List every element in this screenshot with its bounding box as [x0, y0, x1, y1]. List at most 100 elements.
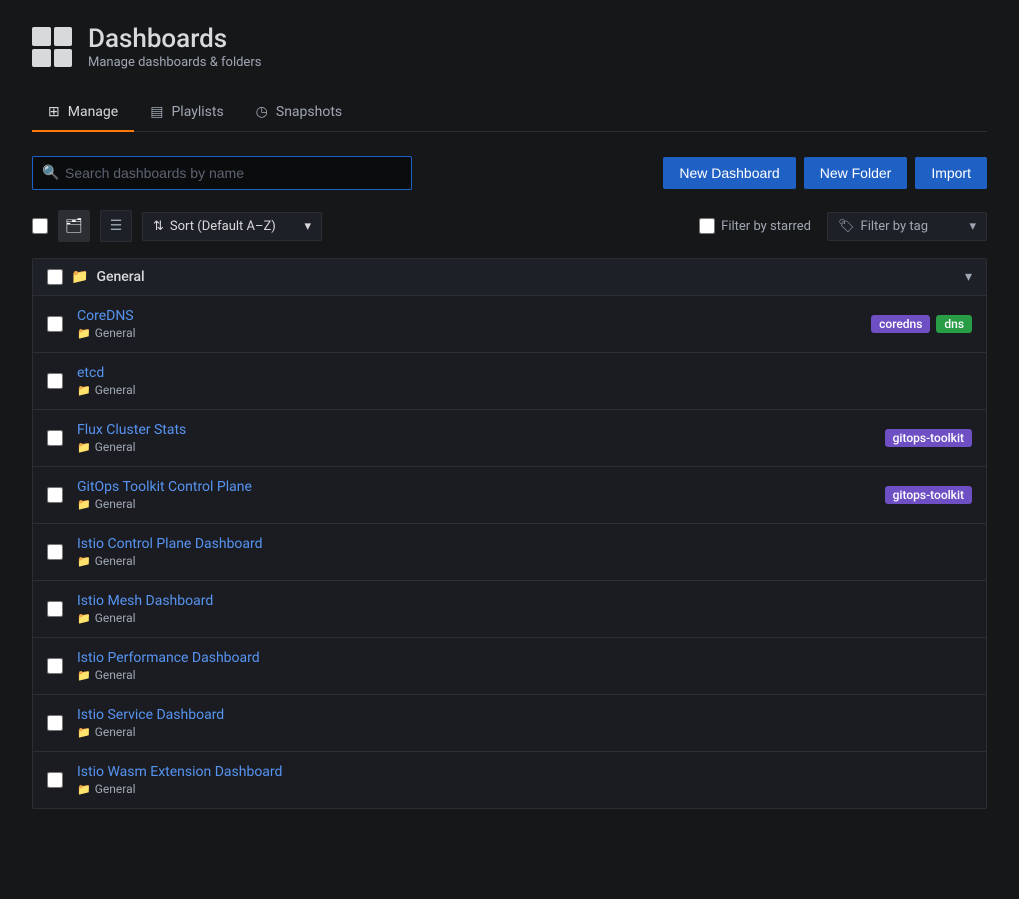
folder-icon: 📁 — [77, 498, 91, 511]
folder-icon: 📁 — [77, 726, 91, 739]
section-title: General — [96, 269, 144, 285]
tab-snapshots-label: Snapshots — [276, 104, 342, 120]
dashboard-folder: 📁 General — [77, 725, 972, 739]
new-dashboard-button[interactable]: New Dashboard — [663, 157, 795, 189]
row-checkbox[interactable] — [47, 715, 63, 731]
section-folder-icon: 📁 — [71, 269, 88, 285]
dashboard-name[interactable]: Istio Performance Dashboard — [77, 650, 972, 666]
dashboard-info: Istio Control Plane Dashboard 📁 General — [77, 536, 972, 568]
row-checkbox[interactable] — [47, 772, 63, 788]
folder-view-button[interactable]: 🗂 — [58, 210, 90, 242]
playlists-icon: ▤ — [150, 104, 163, 120]
folder-icon: 📁 — [77, 783, 91, 796]
new-folder-button[interactable]: New Folder — [804, 157, 908, 189]
dashboard-folder: 📁 General — [77, 611, 972, 625]
sort-chevron-icon: ▾ — [304, 219, 311, 234]
dashboard-folder: 📁 General — [77, 326, 871, 340]
folder-name: General — [95, 440, 136, 454]
filter-tag-chevron-icon: ▾ — [969, 219, 976, 234]
tab-playlists-label: Playlists — [171, 104, 223, 120]
table-row: Istio Mesh Dashboard 📁 General — [33, 581, 986, 638]
row-checkbox[interactable] — [47, 430, 63, 446]
folder-name: General — [95, 383, 136, 397]
row-checkbox[interactable] — [47, 373, 63, 389]
section-collapse-icon[interactable]: ▾ — [965, 269, 972, 285]
sort-icon: ⇅ — [153, 219, 164, 234]
list-view-icon: ☰ — [110, 218, 123, 234]
search-icon: 🔍 — [42, 165, 59, 181]
page-header: Dashboards Manage dashboards & folders — [32, 24, 987, 70]
filter-right: Filter by starred 🏷 Filter by tag ▾ — [699, 212, 987, 241]
folder-name: General — [95, 611, 136, 625]
dashboard-name[interactable]: Istio Control Plane Dashboard — [77, 536, 972, 552]
tab-manage[interactable]: ⊞ Manage — [32, 94, 134, 132]
folder-name: General — [95, 725, 136, 739]
dashboard-info: GitOps Toolkit Control Plane 📁 General — [77, 479, 885, 511]
dashboard-folder: 📁 General — [77, 440, 885, 454]
import-button[interactable]: Import — [915, 157, 987, 189]
tab-playlists[interactable]: ▤ Playlists — [134, 94, 239, 132]
filter-tag-dropdown[interactable]: 🏷 Filter by tag ▾ — [827, 212, 987, 241]
filter-starred-label[interactable]: Filter by starred — [699, 218, 811, 234]
row-checkbox[interactable] — [47, 601, 63, 617]
dashboard-info: CoreDNS 📁 General — [77, 308, 871, 340]
section-header: 📁 General ▾ — [33, 259, 986, 296]
dashboard-name[interactable]: Flux Cluster Stats — [77, 422, 885, 438]
filter-starred-text: Filter by starred — [721, 219, 811, 234]
tag-list: gitops-toolkit — [885, 429, 972, 447]
row-checkbox[interactable] — [47, 658, 63, 674]
row-checkbox[interactable] — [47, 316, 63, 332]
table-row: Istio Control Plane Dashboard 📁 General — [33, 524, 986, 581]
search-wrapper: 🔍 — [32, 156, 412, 190]
table-row: Istio Performance Dashboard 📁 General — [33, 638, 986, 695]
dashboard-info: etcd 📁 General — [77, 365, 972, 397]
folder-name: General — [95, 668, 136, 682]
folder-name: General — [95, 554, 136, 568]
section-checkbox[interactable] — [47, 269, 63, 285]
section-header-left: 📁 General — [47, 269, 957, 285]
snapshots-icon: ◷ — [256, 104, 268, 120]
page-subtitle: Manage dashboards & folders — [88, 55, 261, 70]
dashboard-folder: 📁 General — [77, 554, 972, 568]
dashboard-name[interactable]: Istio Mesh Dashboard — [77, 593, 972, 609]
table-row: CoreDNS 📁 General corednsdns — [33, 296, 986, 353]
tag-badge: gitops-toolkit — [885, 486, 972, 504]
toolbar-right: New Dashboard New Folder Import — [663, 157, 987, 189]
dashboard-name[interactable]: GitOps Toolkit Control Plane — [77, 479, 885, 495]
folder-name: General — [95, 497, 136, 511]
tag-list: corednsdns — [871, 315, 972, 333]
dashboard-name[interactable]: Istio Service Dashboard — [77, 707, 972, 723]
tag-badge: gitops-toolkit — [885, 429, 972, 447]
list-view-button[interactable]: ☰ — [100, 210, 132, 242]
search-input[interactable] — [32, 156, 412, 190]
tab-snapshots[interactable]: ◷ Snapshots — [240, 94, 358, 132]
dashboard-section: 📁 General ▾ CoreDNS 📁 General corednsdns… — [32, 258, 987, 809]
filter-starred-checkbox[interactable] — [699, 218, 715, 234]
main-toolbar: 🔍 New Dashboard New Folder Import — [32, 156, 987, 190]
dashboard-folder: 📁 General — [77, 383, 972, 397]
page-container: Dashboards Manage dashboards & folders ⊞… — [0, 0, 1019, 833]
folder-name: General — [95, 326, 136, 340]
header-text: Dashboards Manage dashboards & folders — [88, 24, 261, 70]
row-checkbox[interactable] — [47, 487, 63, 503]
dashboard-name[interactable]: CoreDNS — [77, 308, 871, 324]
dashboard-info: Istio Wasm Extension Dashboard 📁 General — [77, 764, 972, 796]
folder-icon: 📁 — [77, 327, 91, 340]
dashboards-icon — [32, 27, 72, 67]
dashboard-info: Flux Cluster Stats 📁 General — [77, 422, 885, 454]
table-row: Flux Cluster Stats 📁 General gitops-tool… — [33, 410, 986, 467]
dashboard-folder: 📁 General — [77, 668, 972, 682]
tag-icon: 🏷 — [838, 219, 855, 234]
table-row: Istio Wasm Extension Dashboard 📁 General — [33, 752, 986, 808]
tag-badge: coredns — [871, 315, 930, 333]
select-all-checkbox[interactable] — [32, 218, 48, 234]
folder-icon: 📁 — [77, 441, 91, 454]
dashboard-folder: 📁 General — [77, 782, 972, 796]
sort-dropdown[interactable]: ⇅ Sort (Default A–Z) ▾ — [142, 212, 322, 241]
row-checkbox[interactable] — [47, 544, 63, 560]
folder-name: General — [95, 782, 136, 796]
dashboard-name[interactable]: Istio Wasm Extension Dashboard — [77, 764, 972, 780]
filter-bar: 🗂 ☰ ⇅ Sort (Default A–Z) ▾ Filter by sta… — [32, 210, 987, 242]
dashboard-name[interactable]: etcd — [77, 365, 972, 381]
table-row: Istio Service Dashboard 📁 General — [33, 695, 986, 752]
